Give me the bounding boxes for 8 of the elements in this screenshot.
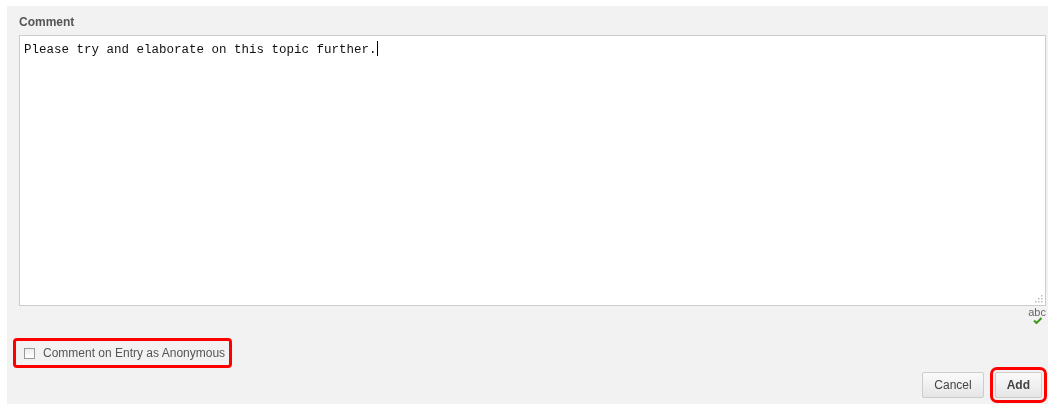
cancel-button[interactable]: Cancel — [922, 372, 984, 398]
anonymous-checkbox[interactable] — [24, 347, 35, 359]
comment-label: Comment — [19, 15, 75, 31]
anonymous-label: Comment on Entry as Anonymous — [43, 346, 226, 361]
comment-field[interactable]: Please try and elaborate on this topic further. — [19, 34, 1046, 307]
spellcheck-label[interactable]: abc — [1028, 307, 1046, 318]
check-icon — [1032, 317, 1042, 325]
resize-grip-icon[interactable] — [1035, 295, 1043, 304]
